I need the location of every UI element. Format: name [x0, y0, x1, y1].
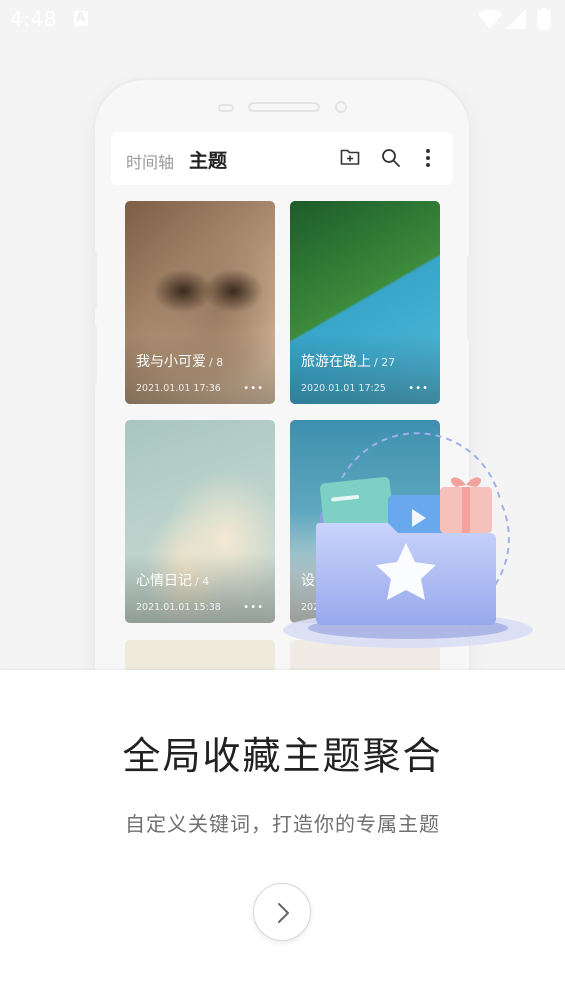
more-horiz-icon: ••• [243, 602, 264, 613]
tab-topic: 主题 [189, 150, 228, 172]
topic-card: 我与小可爱/ 8 2021.01.01 17:36 ••• [125, 201, 275, 404]
topic-card: 旅游在路上/ 27 2020.01.01 17:25 ••• [290, 201, 440, 404]
card-count: / 4 [195, 575, 210, 588]
more-horiz-icon: ••• [408, 383, 429, 394]
keyboard-a-icon [74, 10, 88, 26]
topic-card-partial [125, 640, 275, 670]
more-vert-icon [425, 148, 431, 172]
wifi-icon [477, 8, 503, 35]
card-title: 旅游在路上 [301, 354, 371, 370]
status-time: 4:48 [10, 7, 57, 31]
card-date: 2021.01.01 17:36 [136, 383, 221, 394]
tab-timeline: 时间轴 [126, 153, 175, 172]
onboarding-illustration: 时间轴 主题 我与小可爱/ 8 2021.01.01 17:36 ••• 旅游在… [0, 0, 565, 670]
search-icon [381, 148, 401, 172]
topic-card: 心情日记/ 4 2021.01.01 15:38 ••• [125, 420, 275, 623]
signal-icon [505, 8, 527, 35]
phone-side-button [467, 255, 473, 340]
card-count: / 8 [209, 356, 224, 369]
phone-speaker [248, 102, 320, 112]
phone-side-button [91, 250, 97, 310]
card-title: 我与小可爱 [136, 354, 206, 370]
chevron-right-icon [278, 903, 289, 923]
phone-side-button [91, 325, 97, 385]
card-date: 2021.01.01 15:38 [136, 602, 221, 613]
card-date: 2020.01.01 17:25 [301, 383, 386, 394]
status-bar: 4:48 [0, 0, 565, 38]
battery-icon [537, 8, 551, 35]
card-title: 心情日记 [136, 573, 192, 589]
phone-sensor [218, 104, 234, 112]
onboarding-headline: 全局收藏主题聚合 [122, 734, 443, 778]
folder-star-illustration [283, 432, 533, 648]
app-header: 时间轴 主题 [111, 132, 453, 185]
onboarding-sheet: 全局收藏主题聚合 自定义关键词，打造你的专属主题 [0, 670, 565, 1004]
add-folder-icon [340, 148, 360, 170]
onboarding-subline: 自定义关键词，打造你的专属主题 [125, 812, 440, 836]
next-button[interactable] [253, 883, 311, 941]
more-horiz-icon: ••• [243, 383, 264, 394]
phone-camera [335, 101, 347, 113]
card-count: / 27 [374, 356, 396, 369]
